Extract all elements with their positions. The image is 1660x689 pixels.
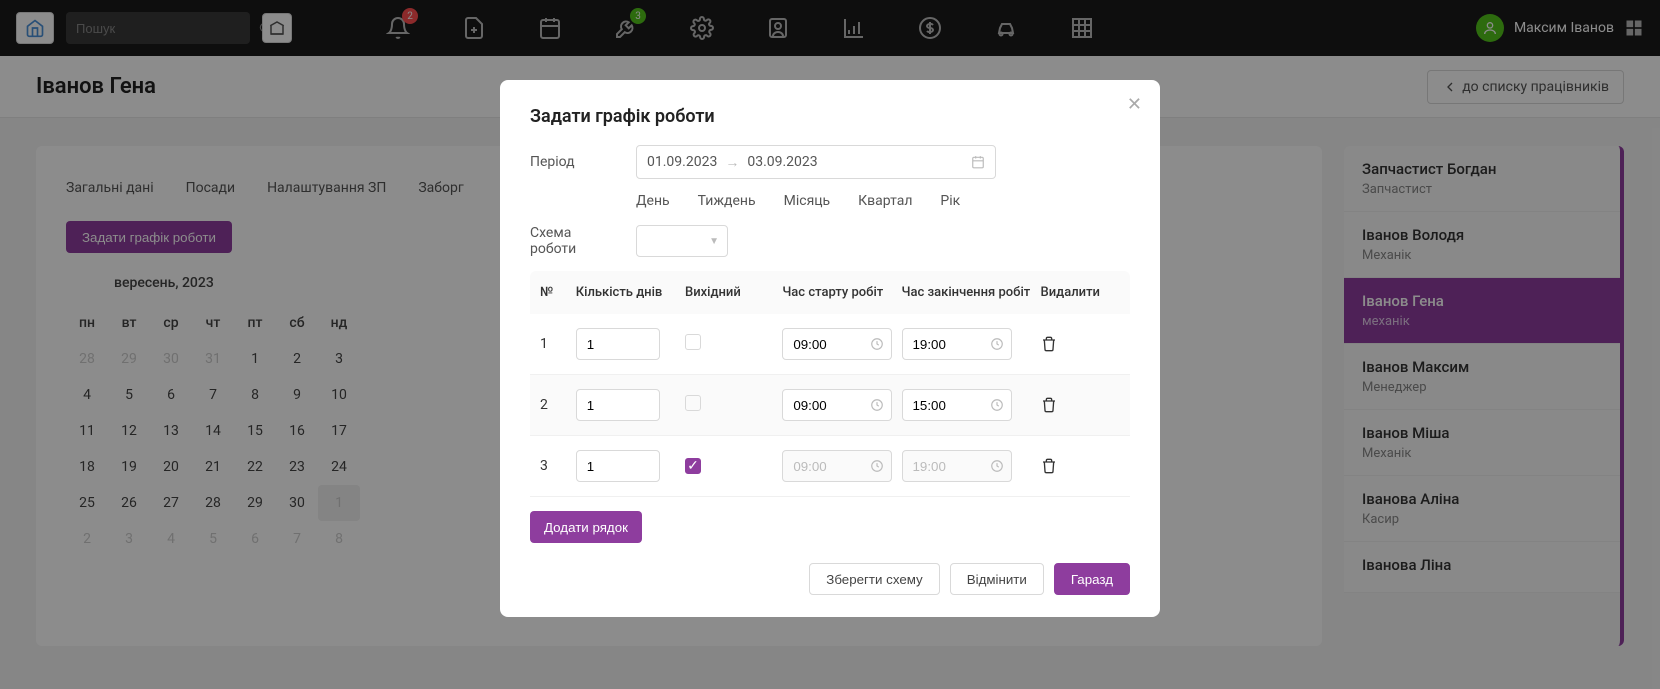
end-time-input[interactable] <box>902 389 1012 421</box>
period-month[interactable]: Місяць <box>784 193 831 209</box>
chevron-down-icon: ▼ <box>709 236 719 247</box>
th-delete: Видалити <box>1041 285 1120 300</box>
arrow-right-icon: → <box>725 154 739 171</box>
delete-icon[interactable] <box>1041 397 1120 413</box>
dayoff-checkbox[interactable] <box>685 395 701 411</box>
dayoff-checkbox[interactable]: ✓ <box>685 458 701 474</box>
period-year[interactable]: Рік <box>940 193 960 209</box>
end-time-input[interactable] <box>902 328 1012 360</box>
row-number: 1 <box>540 336 576 352</box>
date-range-picker[interactable]: 01.09.2023 → 03.09.2023 <box>636 145 996 179</box>
table-row: 2 <box>530 375 1130 436</box>
days-input[interactable] <box>576 450 660 482</box>
th-off: Вихідний <box>685 285 782 300</box>
row-number: 2 <box>540 397 576 413</box>
date-from: 01.09.2023 <box>647 154 717 170</box>
th-end: Час закінчення робіт <box>902 285 1041 300</box>
th-number: № <box>540 285 576 300</box>
table-row: 1 <box>530 314 1130 375</box>
period-day[interactable]: День <box>636 193 670 209</box>
row-number: 3 <box>540 458 576 474</box>
period-label: Період <box>530 154 620 170</box>
add-row-button[interactable]: Додати рядок <box>530 511 642 543</box>
calendar-picker-icon <box>971 155 985 169</box>
save-scheme-button[interactable]: Зберегти схему <box>809 563 939 595</box>
period-week[interactable]: Тиждень <box>698 193 756 209</box>
period-quarter[interactable]: Квартал <box>858 193 912 209</box>
days-input[interactable] <box>576 389 660 421</box>
scheme-select[interactable]: ▼ <box>636 225 728 257</box>
cancel-button[interactable]: Відмінити <box>950 563 1044 595</box>
start-time-input[interactable] <box>782 328 892 360</box>
end-time-input <box>902 450 1012 482</box>
ok-button[interactable]: Гаразд <box>1054 563 1130 595</box>
scheme-label: Схема роботи <box>530 225 620 257</box>
days-input[interactable] <box>576 328 660 360</box>
start-time-input[interactable] <box>782 389 892 421</box>
close-icon[interactable]: ✕ <box>1127 94 1142 115</box>
dayoff-checkbox[interactable] <box>685 334 701 350</box>
delete-icon[interactable] <box>1041 458 1120 474</box>
modal-title: Задати графік роботи <box>530 106 1130 127</box>
table-row: 3✓ <box>530 436 1130 497</box>
th-days: Кількість днів <box>576 285 685 300</box>
delete-icon[interactable] <box>1041 336 1120 352</box>
date-to: 03.09.2023 <box>747 154 817 170</box>
schedule-modal: ✕ Задати графік роботи Період 01.09.2023… <box>500 80 1160 617</box>
th-start: Час старту робіт <box>782 285 901 300</box>
start-time-input <box>782 450 892 482</box>
